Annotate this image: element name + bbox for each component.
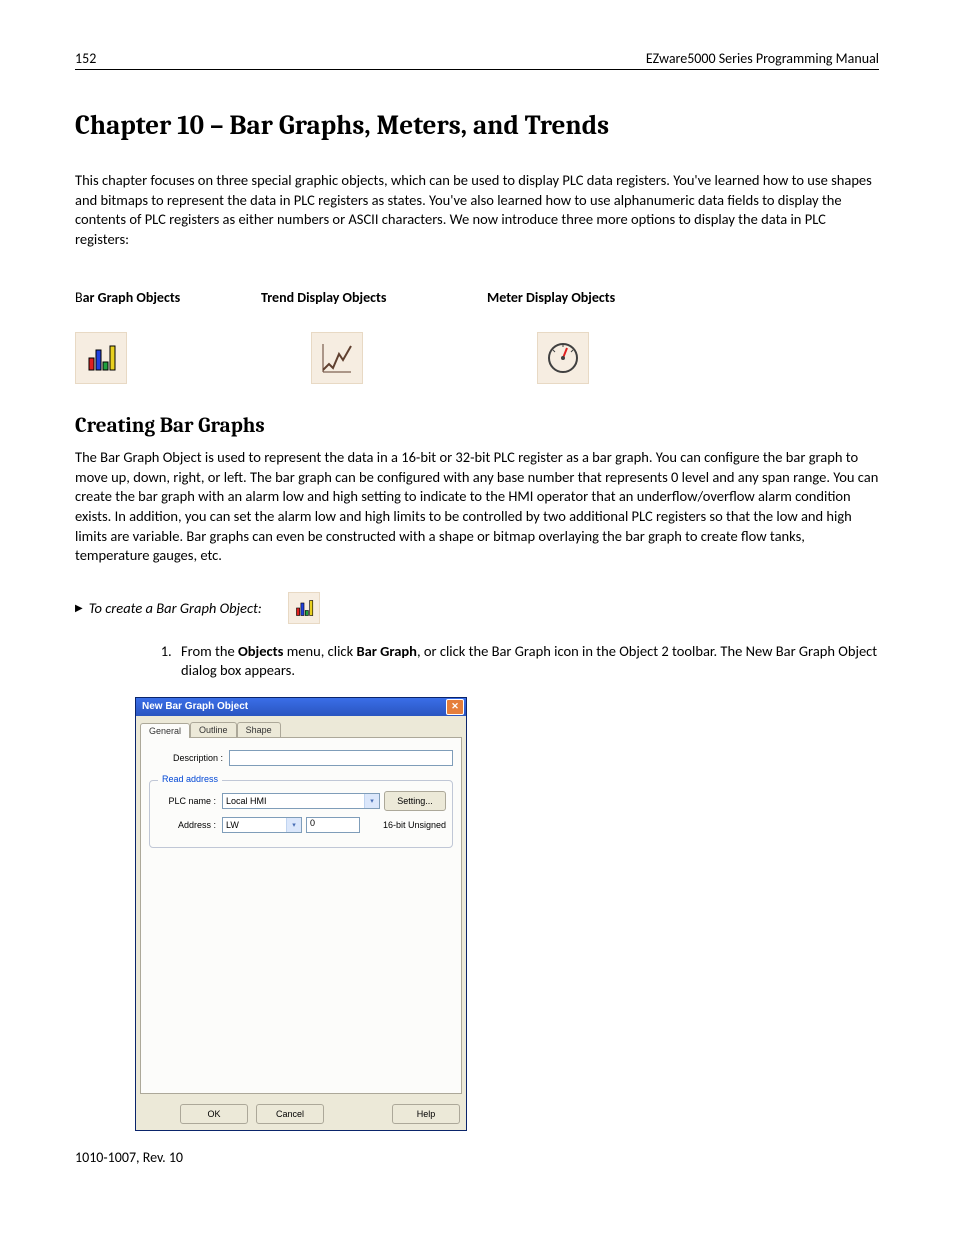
object-types-row: Bar Graph Objects Trend Display Objects: [75, 289, 879, 384]
page-header: 152 EZware5000 Series Programming Manual: [75, 50, 879, 70]
meter-display-label: Meter Display Objects: [487, 289, 717, 306]
help-button[interactable]: Help: [392, 1104, 460, 1124]
bar-graph-icon: [75, 332, 127, 384]
procedure-label: To create a Bar Graph Object:: [89, 599, 262, 617]
chapter-title: Chapter 10 – Bar Graphs, Meters, and Tre…: [75, 110, 879, 141]
page-number: 152: [75, 50, 96, 67]
description-input[interactable]: [229, 750, 453, 766]
footer-revision: 1010-1007, Rev. 10: [75, 1149, 879, 1166]
chevron-down-icon[interactable]: ▾: [286, 818, 301, 832]
data-type-text: 16-bit Unsigned: [383, 820, 446, 830]
triangle-icon: ▶: [75, 601, 83, 614]
dialog-title: New Bar Graph Object: [142, 701, 248, 712]
plc-name-select[interactable]: Local HMI ▾: [222, 793, 380, 809]
step-list: From the Objects menu, click Bar Graph, …: [135, 642, 879, 681]
plc-name-label: PLC name :: [156, 796, 222, 806]
trend-display-label: Trend Display Objects: [261, 289, 487, 306]
tab-outline[interactable]: Outline: [190, 722, 237, 737]
bar-graph-icon-small: [288, 592, 320, 624]
intro-paragraph: This chapter focuses on three special gr…: [75, 171, 879, 249]
setting-button[interactable]: Setting...: [384, 791, 446, 811]
description-label: Description :: [149, 753, 229, 763]
address-value-input[interactable]: 0: [306, 817, 360, 833]
section-title: Creating Bar Graphs: [75, 414, 879, 438]
address-type-select[interactable]: LW ▾: [222, 817, 302, 833]
procedure-heading: ▶ To create a Bar Graph Object:: [75, 592, 879, 624]
new-bar-graph-dialog: New Bar Graph Object ✕ General Outline S…: [135, 697, 467, 1131]
chevron-down-icon[interactable]: ▾: [364, 794, 379, 808]
dialog-button-row: OK Cancel Help: [136, 1098, 466, 1130]
tab-general[interactable]: General: [140, 723, 190, 738]
section-paragraph: The Bar Graph Object is used to represen…: [75, 448, 879, 565]
tab-content-general: Description : Read address PLC name : Lo…: [140, 738, 462, 1094]
dialog-tabs: General Outline Shape: [140, 722, 462, 738]
bar-graph-label: Bar Graph Objects: [75, 289, 261, 306]
step-1: From the Objects menu, click Bar Graph, …: [175, 642, 879, 681]
doc-title: EZware5000 Series Programming Manual: [646, 50, 879, 67]
cancel-button[interactable]: Cancel: [256, 1104, 324, 1124]
read-address-legend: Read address: [158, 774, 222, 784]
read-address-group: Read address PLC name : Local HMI ▾ Sett…: [149, 780, 453, 848]
meter-display-icon: [537, 332, 589, 384]
tab-shape[interactable]: Shape: [237, 722, 281, 737]
ok-button[interactable]: OK: [180, 1104, 248, 1124]
trend-display-icon: [311, 332, 363, 384]
dialog-titlebar[interactable]: New Bar Graph Object ✕: [136, 698, 466, 716]
address-label: Address :: [156, 820, 222, 830]
close-icon[interactable]: ✕: [446, 699, 464, 715]
